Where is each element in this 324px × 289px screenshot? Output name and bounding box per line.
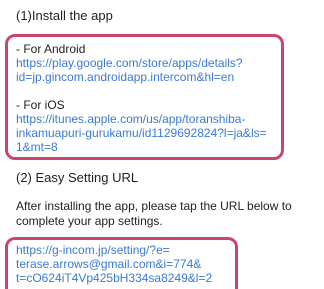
- ios-label: - For iOS: [16, 98, 65, 112]
- ios-store-link-line-1[interactable]: https://itunes.apple.com/us/app/toranshi…: [16, 112, 245, 126]
- setting-url-line-2[interactable]: terase.arrows@gmail.com&i=774&: [16, 257, 201, 271]
- android-label: - For Android: [16, 42, 86, 56]
- instructions-line-1: After installing the app, please tap the…: [16, 199, 292, 213]
- android-store-link-line-2[interactable]: id=jp.gincom.androidapp.intercom&hl=en: [16, 70, 234, 84]
- setting-url-line-1[interactable]: https://g-incom.jp/setting/?e=: [16, 243, 170, 257]
- instructions-line-2: complete your app settings.: [16, 214, 163, 228]
- setting-url-line-3[interactable]: t=cO624iT4Vp425bH334sa8249&l=2: [16, 271, 212, 285]
- easy-setting-url-heading: (2) Easy Setting URL: [16, 170, 139, 185]
- ios-store-link-line-2[interactable]: inkamuapuri-gurukamu/id1129692824?l=ja&l…: [16, 126, 267, 140]
- install-app-heading: (1)Install the app: [16, 8, 113, 23]
- android-store-link-line-1[interactable]: https://play.google.com/store/apps/detai…: [16, 56, 243, 70]
- ios-store-link-line-3[interactable]: 1&mt=8: [16, 140, 58, 154]
